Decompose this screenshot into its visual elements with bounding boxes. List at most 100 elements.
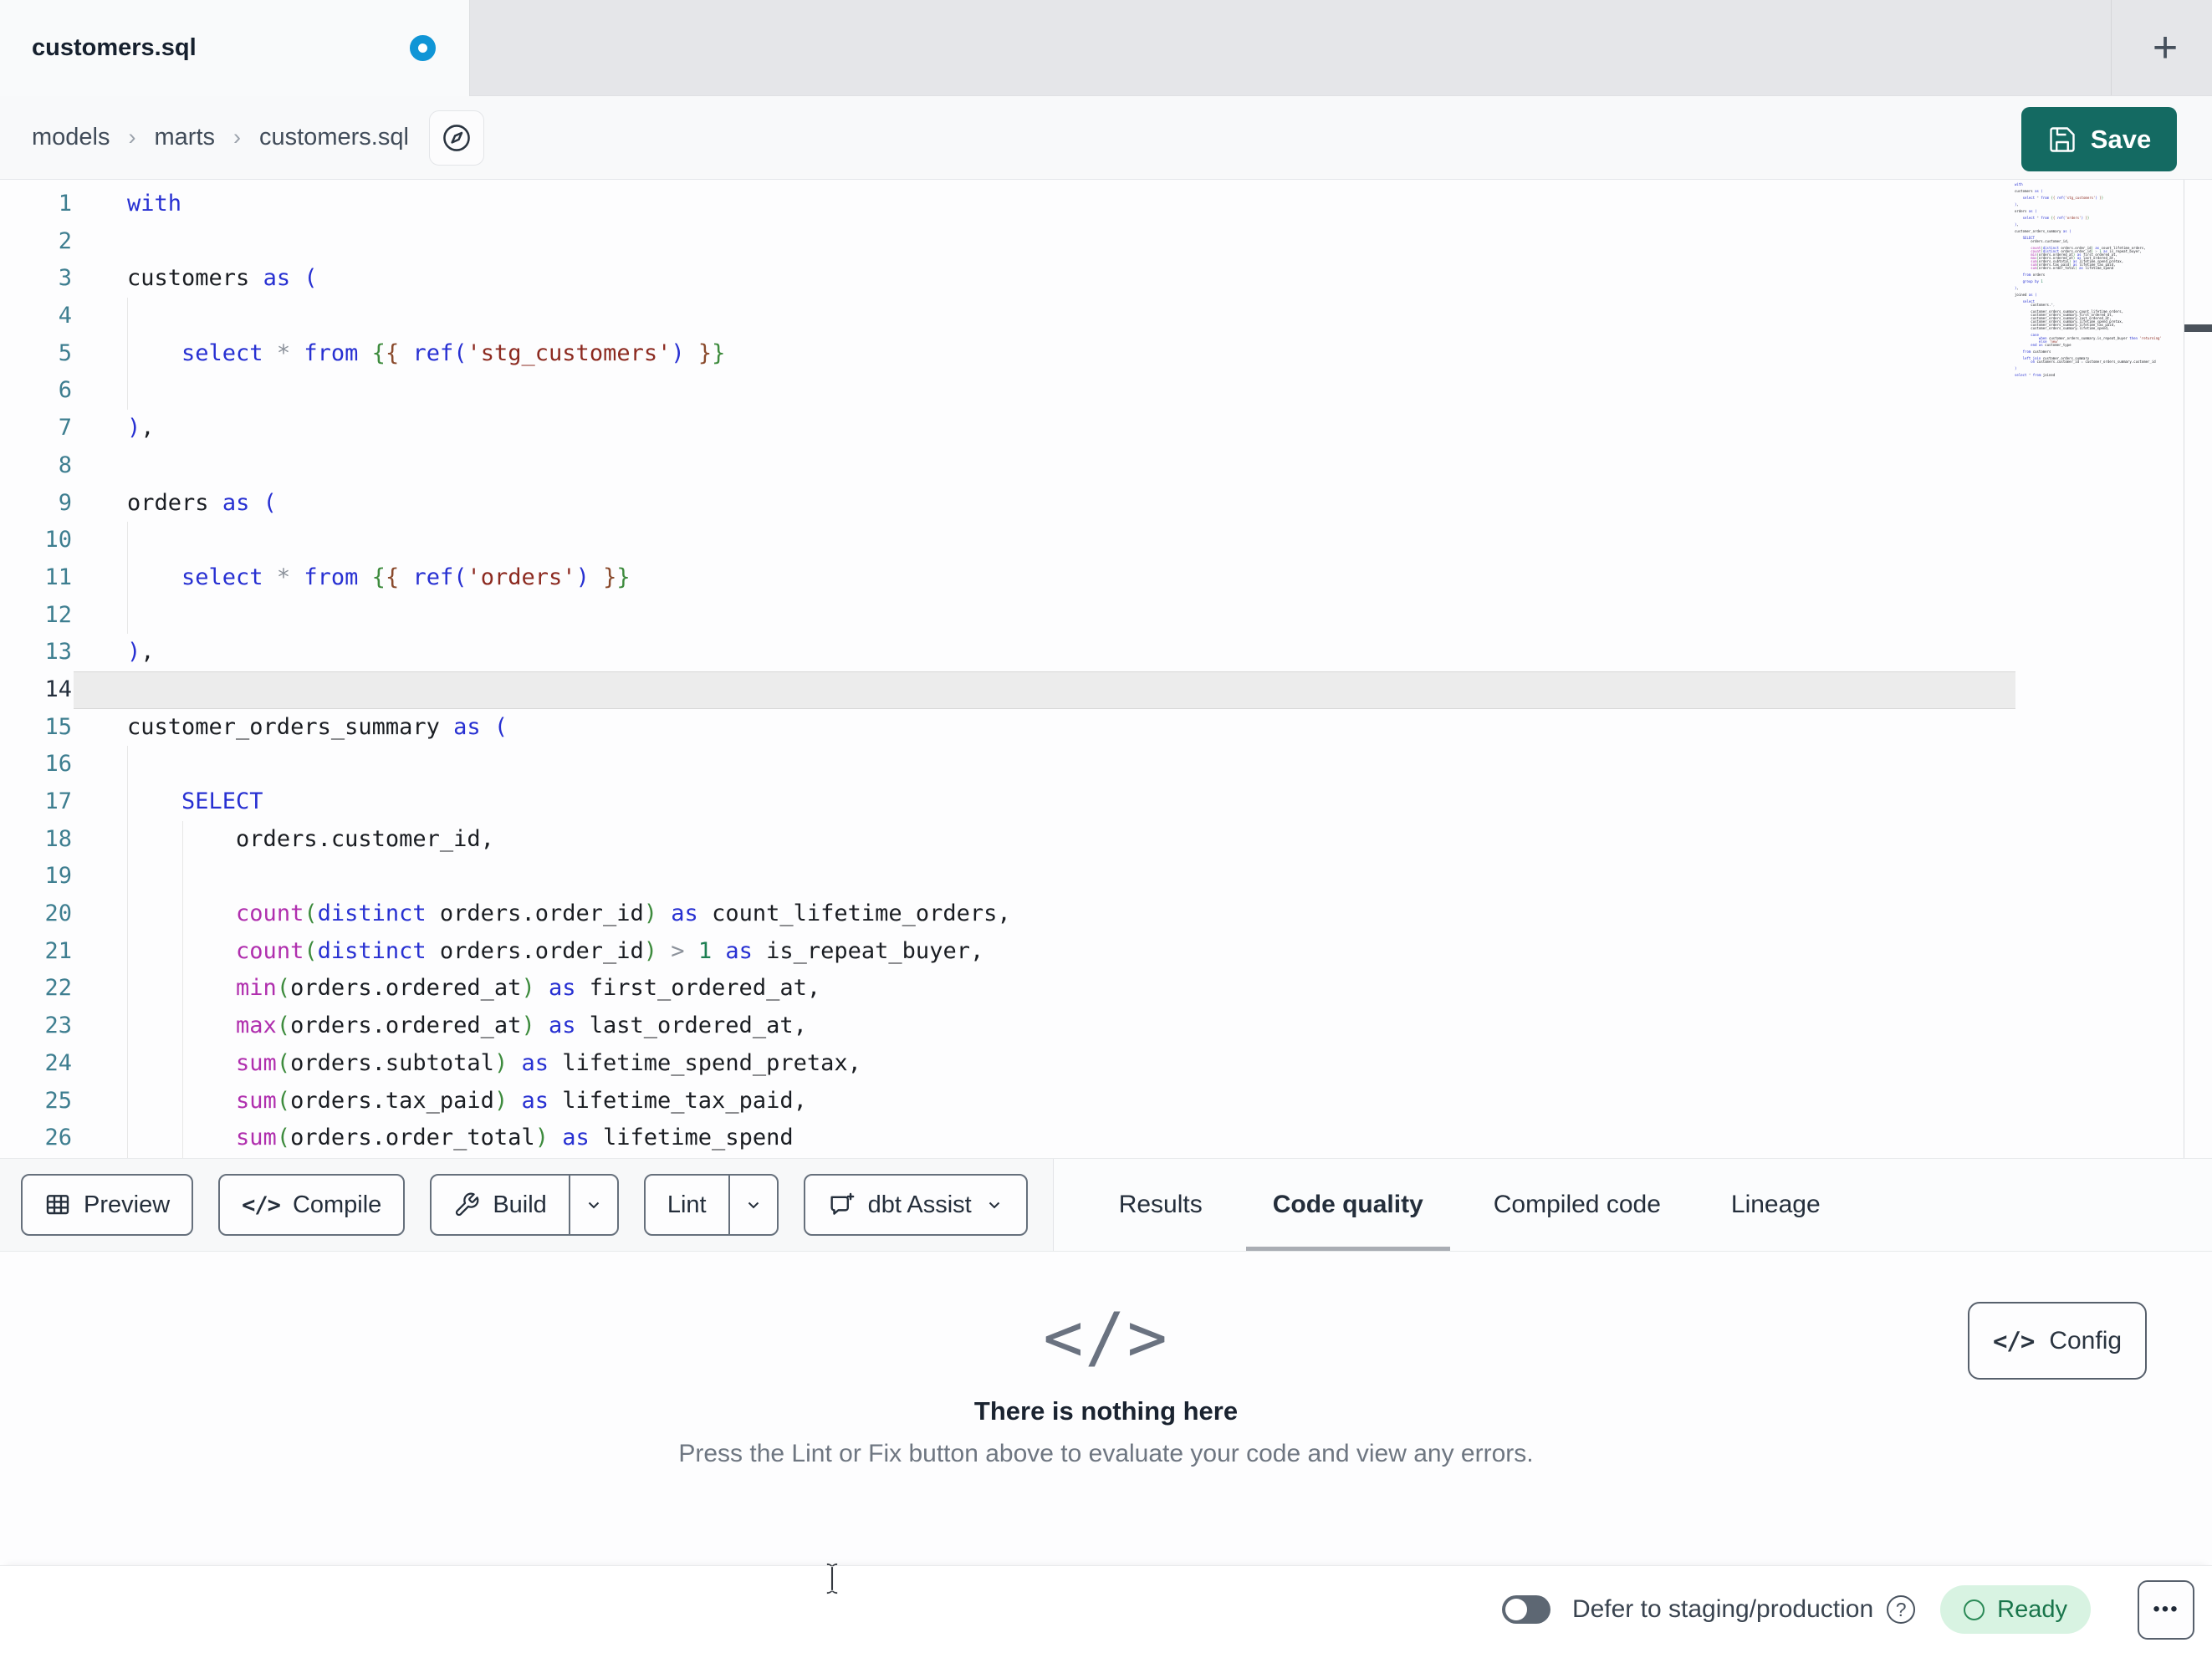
code-line-17[interactable]: 17 SELECT: [0, 783, 2212, 821]
editor-tabbar: customers.sql +: [0, 0, 2212, 96]
build-button-label: Build: [493, 1191, 547, 1218]
lint-button-label: Lint: [667, 1191, 707, 1218]
code-line-16[interactable]: 16: [0, 746, 2212, 783]
config-button[interactable]: </> Config: [1968, 1302, 2147, 1380]
code-brackets-icon: </>: [1043, 1298, 1169, 1376]
line-number: 22: [44, 975, 72, 1002]
code-line-3[interactable]: 3 customers as (: [0, 260, 2212, 298]
more-options-button[interactable]: •••: [2138, 1579, 2194, 1640]
code-line-5[interactable]: 5 select * from {{ ref('stg_customers') …: [0, 335, 2212, 373]
line-number: 11: [44, 564, 72, 590]
config-button-label: Config: [2049, 1326, 2123, 1355]
dbt-ide-window: customers.sql + models › marts › customers.s…: [0, 0, 2212, 1653]
breadcrumb: models › marts › customers.sql: [32, 124, 409, 151]
line-number: 10: [44, 527, 72, 554]
toolbar-buttons: Preview </> Compile Build Lint dbt Assis…: [0, 1159, 1028, 1251]
line-number: 18: [44, 825, 72, 852]
result-tabs: Results Code quality Compiled code Lineage: [1053, 1159, 2212, 1251]
breadcrumb-item-customers-sql[interactable]: customers.sql: [259, 124, 409, 151]
preview-button[interactable]: Preview: [21, 1174, 194, 1236]
code-line-6[interactable]: 6: [0, 372, 2212, 410]
line-number: 19: [44, 863, 72, 890]
unsaved-changes-icon: [410, 35, 436, 61]
build-dropdown-button[interactable]: [570, 1176, 617, 1234]
code-line-19[interactable]: 19: [0, 858, 2212, 895]
code-line-15[interactable]: 15 customer_orders_summary as (: [0, 709, 2212, 747]
code-line-22[interactable]: 22 min(orders.ordered_at) as first_order…: [0, 970, 2212, 1008]
editor-toolbar: Preview </> Compile Build Lint dbt Assis…: [0, 1158, 2212, 1252]
build-split-button: Build: [430, 1174, 619, 1236]
defer-toggle[interactable]: [1501, 1595, 1550, 1624]
line-number: 23: [44, 1013, 72, 1039]
tab-compiled-code[interactable]: Compiled code: [1458, 1159, 1696, 1251]
line-number: 15: [44, 713, 72, 740]
line-number: 14: [44, 676, 72, 702]
code-line-1[interactable]: 1 with: [0, 186, 2212, 223]
lint-button[interactable]: Lint: [646, 1176, 728, 1234]
tab-lineage[interactable]: Lineage: [1696, 1159, 1856, 1251]
code-quality-panel: </> There is nothing here Press the Lint…: [0, 1252, 2212, 1565]
lint-split-button: Lint: [643, 1174, 779, 1236]
line-number: 1: [58, 191, 72, 217]
line-number: 8: [58, 452, 72, 478]
floppy-disk-icon: [2047, 125, 2077, 155]
line-number: 5: [58, 339, 72, 366]
breadcrumb-item-models[interactable]: models: [32, 124, 110, 151]
breadcrumb-item-marts[interactable]: marts: [155, 124, 216, 151]
lint-dropdown-button[interactable]: [730, 1176, 777, 1234]
editor-minimap[interactable]: with customers as ( select * from {{ ref…: [2015, 183, 2175, 377]
code-line-9[interactable]: 9 orders as (: [0, 485, 2212, 523]
line-number: 7: [58, 415, 72, 441]
build-button[interactable]: Build: [432, 1176, 569, 1234]
code-line-21[interactable]: 21 count(distinct orders.order_id) > 1 a…: [0, 933, 2212, 971]
tabbar-divider: [2111, 0, 2112, 95]
file-tab-title: customers.sql: [32, 34, 197, 61]
editor-lines: 1 with 2 3 customers as ( 4 5 select * from {{…: [0, 186, 2212, 1157]
file-navigator-button[interactable]: [428, 110, 484, 166]
code-line-10[interactable]: 10: [0, 522, 2212, 559]
code-line-12[interactable]: 12: [0, 597, 2212, 635]
dbt-assist-button-label: dbt Assist: [867, 1191, 972, 1218]
code-line-13[interactable]: 13),: [0, 634, 2212, 671]
text-ibeam-cursor: [824, 1562, 840, 1595]
empty-state-title: There is nothing here: [973, 1396, 1239, 1426]
tab-code-quality[interactable]: Code quality: [1238, 1159, 1458, 1251]
code-line-11[interactable]: 11 select * from {{ ref('orders') }}: [0, 559, 2212, 597]
code-line-14[interactable]: 14: [0, 671, 2212, 709]
line-number: 20: [44, 900, 72, 927]
line-number: 17: [44, 788, 72, 814]
code-editor[interactable]: 1 with 2 3 customers as ( 4 5 select * from {{…: [0, 180, 2212, 1158]
line-number: 2: [58, 227, 72, 254]
active-line-highlight: [74, 671, 2015, 709]
save-button[interactable]: Save: [2021, 107, 2177, 171]
code-line-4[interactable]: 4: [0, 298, 2212, 335]
defer-label: Defer to staging/production: [1571, 1595, 1874, 1623]
line-number: 3: [58, 265, 72, 292]
help-icon[interactable]: ?: [1887, 1595, 1916, 1624]
code-line-2[interactable]: 2: [0, 223, 2212, 261]
code-line-24[interactable]: 24 sum(orders.subtotal) as lifetime_spen…: [0, 1045, 2212, 1083]
code-line-26[interactable]: 26 sum(orders.order_total) as lifetime_s…: [0, 1120, 2212, 1157]
line-number: 26: [44, 1125, 72, 1151]
code-line-18[interactable]: 18 orders.customer_id,: [0, 821, 2212, 859]
code-line-8[interactable]: 8: [0, 447, 2212, 485]
code-line-25[interactable]: 25 sum(orders.tax_paid) as lifetime_tax_…: [0, 1083, 2212, 1120]
toggle-knob: [1504, 1599, 1527, 1620]
scrollbar-cursor-marker[interactable]: [2184, 324, 2212, 332]
save-button-label: Save: [2090, 124, 2152, 154]
code-line-23[interactable]: 23 max(orders.ordered_at) as last_ordere…: [0, 1008, 2212, 1045]
code-line-7[interactable]: 7),: [0, 410, 2212, 447]
compile-button[interactable]: </> Compile: [218, 1174, 406, 1236]
breadcrumb-separator: ›: [128, 125, 136, 150]
tab-results[interactable]: Results: [1084, 1159, 1238, 1251]
chat-plus-icon: [827, 1191, 856, 1219]
new-tab-button[interactable]: +: [2133, 12, 2197, 84]
code-line-20[interactable]: 20 count(distinct orders.order_id) as co…: [0, 895, 2212, 933]
line-number: 9: [58, 489, 72, 516]
status-label: Ready: [1997, 1595, 2067, 1623]
file-tab-customers-sql[interactable]: customers.sql: [0, 0, 470, 96]
code-brackets-icon: </>: [1992, 1326, 2035, 1355]
line-number: 16: [44, 751, 72, 778]
dbt-assist-button[interactable]: dbt Assist: [803, 1174, 1028, 1236]
line-number: 4: [58, 303, 72, 329]
